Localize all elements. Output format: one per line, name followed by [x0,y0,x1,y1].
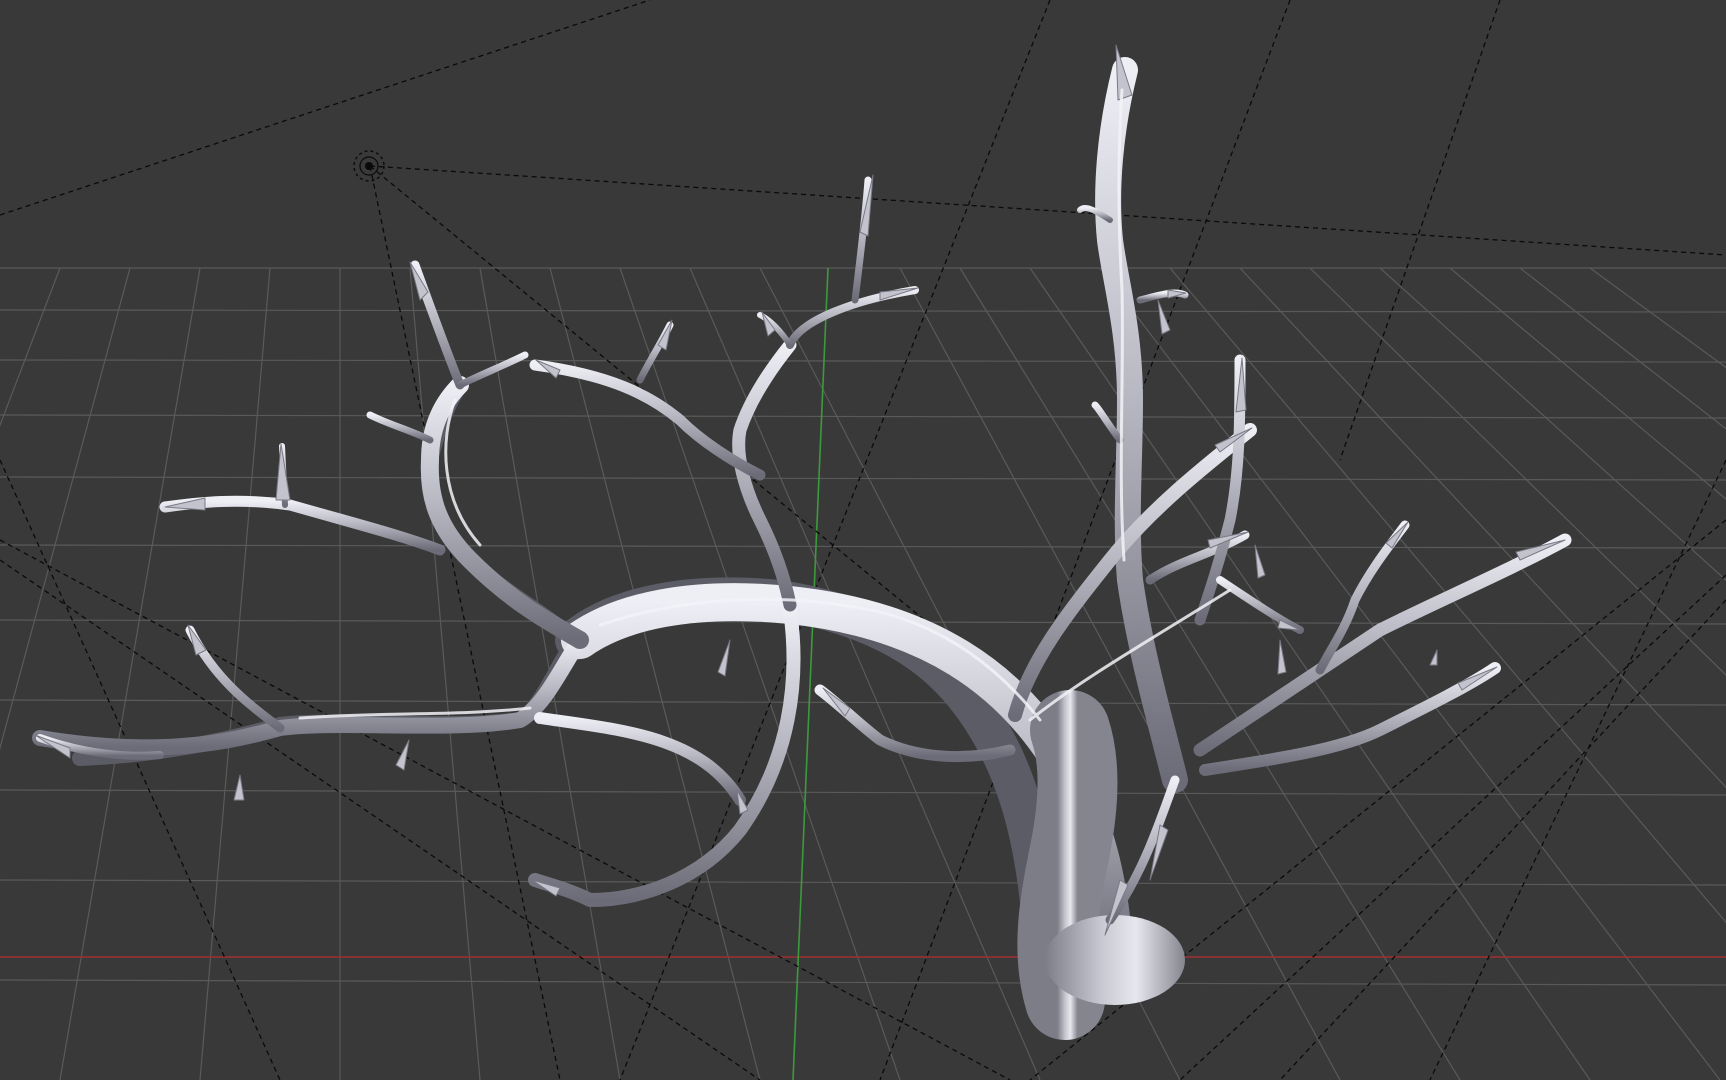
floor-grid [0,267,1726,1080]
viewport-canvas[interactable] [0,0,1726,1080]
3d-viewport[interactable] [0,0,1726,1080]
camera-helper-lines [0,0,1726,1080]
tree-mesh[interactable] [32,44,1572,1040]
